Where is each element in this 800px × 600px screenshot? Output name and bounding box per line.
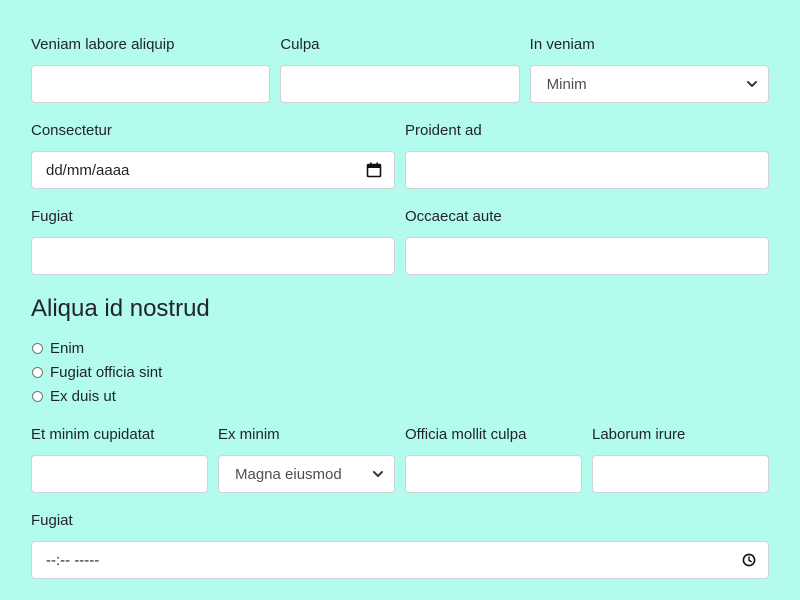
time-placeholder: --:-- -----: [46, 551, 100, 569]
field-proident-ad: Proident ad: [405, 121, 769, 189]
select-value: Minim: [546, 75, 587, 93]
section-title: Aliqua id nostrud: [31, 295, 210, 322]
time-input[interactable]: --:-- -----: [31, 541, 769, 579]
radio-button[interactable]: [32, 390, 43, 402]
text-input[interactable]: [405, 151, 769, 189]
date-placeholder: dd/mm/aaaa: [46, 161, 130, 179]
field-label: Officia mollit culpa: [405, 426, 527, 443]
text-input[interactable]: [405, 237, 769, 275]
field-veniam-labore-aliquip: Veniam labore aliquip: [31, 35, 271, 103]
field-consectetur: Consectetur dd/mm/aaaa: [31, 121, 395, 189]
chevron-down-icon: [746, 81, 757, 87]
form-page: Veniam labore aliquip Culpa In veniam Mi…: [0, 0, 800, 600]
form-row-3: Fugiat Occaecat aute: [31, 207, 769, 275]
field-fugiat-time: Fugiat --:-- -----: [31, 511, 769, 579]
select-value: Magna eiusmod: [235, 465, 342, 483]
field-laborum-irure: Laborum irure: [592, 425, 769, 493]
clock-icon[interactable]: [742, 553, 756, 567]
form-row-2: Consectetur dd/mm/aaaa Proident ad: [31, 121, 769, 189]
field-label: Et minim cupidatat: [31, 426, 155, 443]
radio-button[interactable]: [32, 366, 43, 378]
form-row-4: Et minim cupidatat Ex minim Magna eiusmo…: [31, 425, 769, 493]
text-input[interactable]: [31, 237, 395, 275]
field-in-veniam: In veniam Minim: [529, 35, 769, 103]
field-culpa: Culpa: [280, 35, 520, 103]
field-label: Proident ad: [405, 122, 482, 139]
radio-option[interactable]: Ex duis ut: [31, 384, 162, 408]
radio-button[interactable]: [32, 342, 43, 354]
radio-label[interactable]: Ex duis ut: [50, 388, 116, 405]
radio-label[interactable]: Fugiat officia sint: [50, 364, 162, 381]
field-label: Fugiat: [31, 512, 73, 529]
field-label: Ex minim: [218, 426, 280, 443]
form-row-1: Veniam labore aliquip Culpa In veniam Mi…: [31, 35, 769, 103]
field-officia-mollit-culpa: Officia mollit culpa: [405, 425, 582, 493]
text-input[interactable]: [280, 65, 520, 103]
field-fugiat: Fugiat: [31, 207, 395, 275]
radio-label[interactable]: Enim: [50, 340, 84, 357]
field-label: Fugiat: [31, 208, 73, 225]
calendar-icon[interactable]: [366, 162, 382, 178]
field-label: Laborum irure: [592, 426, 686, 443]
field-label: Culpa: [280, 36, 320, 53]
text-input[interactable]: [405, 455, 582, 493]
field-label: Veniam labore aliquip: [31, 36, 175, 53]
date-input[interactable]: dd/mm/aaaa: [31, 151, 395, 189]
field-label: In veniam: [529, 36, 595, 53]
field-label: Consectetur: [31, 122, 112, 139]
field-ex-minim: Ex minim Magna eiusmod: [218, 425, 395, 493]
radio-option[interactable]: Fugiat officia sint: [31, 360, 162, 384]
field-occaecat-aute: Occaecat aute: [405, 207, 769, 275]
radio-group: Enim Fugiat officia sint Ex duis ut: [31, 336, 162, 408]
field-et-minim-cupidatat: Et minim cupidatat: [31, 425, 208, 493]
radio-option[interactable]: Enim: [31, 336, 162, 360]
chevron-down-icon: [373, 471, 383, 477]
form-row-5: Fugiat --:-- -----: [31, 511, 769, 579]
select-dropdown[interactable]: Minim: [529, 65, 769, 103]
text-input[interactable]: [592, 455, 769, 493]
text-input[interactable]: [31, 65, 271, 103]
text-input[interactable]: [31, 455, 208, 493]
select-dropdown[interactable]: Magna eiusmod: [218, 455, 395, 493]
field-label: Occaecat aute: [405, 208, 502, 225]
